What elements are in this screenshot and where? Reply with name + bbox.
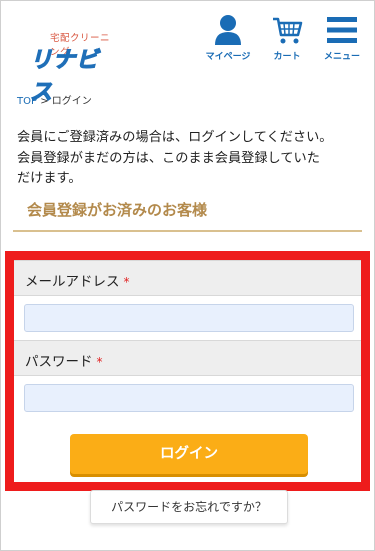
email-label-text: メールアドレス [25, 274, 120, 290]
intro-text: 会員にご登録済みの場合は、ログインしてください。 会員登録がまだの方は、このまま… [17, 128, 365, 190]
email-field[interactable] [24, 304, 354, 332]
cart-icon [273, 17, 303, 44]
user-icon [215, 15, 241, 45]
nav-menu[interactable]: メニュー [314, 14, 370, 62]
breadcrumb-current: ログイン [51, 96, 92, 107]
section-divider [13, 230, 362, 232]
password-label: パスワード * [25, 350, 103, 370]
breadcrumb-separator: > [40, 96, 49, 107]
header: 宅配クリーニング リナビス マイページ カート メニュー [0, 0, 375, 106]
breadcrumb: TOP > ログイン [17, 92, 92, 107]
email-label-row: メールアドレス * [14, 260, 361, 296]
login-button[interactable]: ログイン [70, 434, 308, 474]
password-label-row: パスワード * [14, 340, 361, 376]
menu-icon [327, 17, 357, 43]
forgot-password-button[interactable]: パスワードをお忘れですか？ [90, 490, 288, 524]
required-mark: * [96, 355, 103, 369]
email-input-row [14, 296, 361, 340]
intro-line-3: だけます。 [17, 171, 82, 186]
nav-mypage[interactable]: マイページ [200, 14, 256, 62]
password-input-row [14, 376, 361, 420]
password-field[interactable] [24, 384, 354, 412]
nav-menu-label: メニュー [323, 52, 360, 62]
section-title: 会員登録がお済みのお客様 [27, 201, 208, 219]
breadcrumb-top-link[interactable]: TOP [17, 96, 37, 107]
required-mark: * [123, 275, 130, 289]
nav-cart[interactable]: カート [259, 14, 315, 62]
password-label-text: パスワード [25, 354, 93, 370]
email-label: メールアドレス * [25, 270, 130, 290]
intro-line-2: 会員登録がまだの方は、このまま会員登録していた [17, 150, 320, 166]
intro-line-1: 会員にご登録済みの場合は、ログインしてください。 [17, 130, 333, 145]
logo[interactable]: 宅配クリーニング リナビス [14, 14, 114, 106]
nav-cart-label: カート [273, 52, 301, 62]
nav-mypage-label: マイページ [205, 52, 251, 62]
